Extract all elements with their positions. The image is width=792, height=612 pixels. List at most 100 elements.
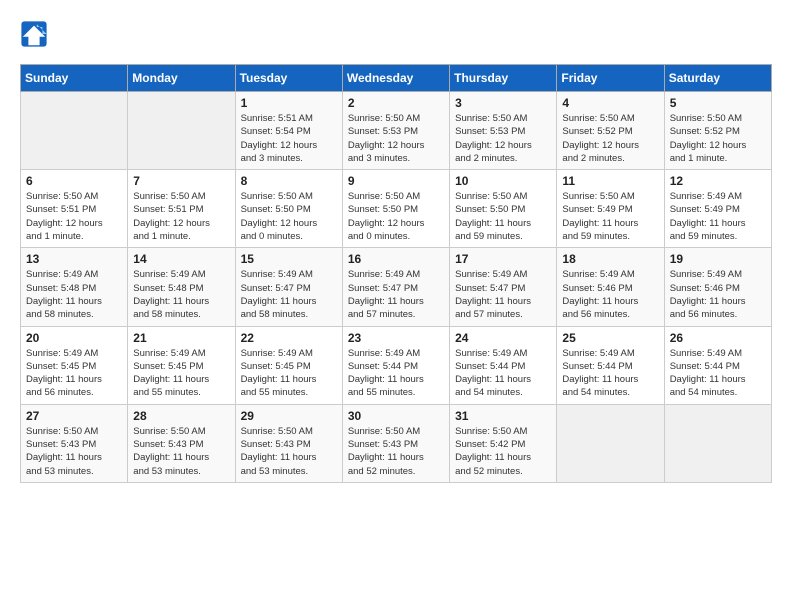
logo-icon xyxy=(20,20,48,48)
calendar-cell: 16Sunrise: 5:49 AM Sunset: 5:47 PM Dayli… xyxy=(342,248,449,326)
day-number: 10 xyxy=(455,174,551,188)
calendar-cell xyxy=(21,92,128,170)
day-number: 14 xyxy=(133,252,229,266)
calendar-cell: 17Sunrise: 5:49 AM Sunset: 5:47 PM Dayli… xyxy=(450,248,557,326)
calendar-week-row: 6Sunrise: 5:50 AM Sunset: 5:51 PM Daylig… xyxy=(21,170,772,248)
calendar-cell: 24 Sunrise: 5:49 AM Sunset: 5:44 PM Dayli… xyxy=(450,326,557,404)
day-info: Sunrise: 5:49 AM Sunset: 5:45 PM Dayligh… xyxy=(133,347,229,400)
day-number: 5 xyxy=(670,96,766,110)
day-info: Sunrise: 5:50 AM Sunset: 5:43 PM Dayligh… xyxy=(348,425,444,478)
day-number: 22 xyxy=(241,331,337,345)
calendar-header-row: SundayMondayTuesdayWednesdayThursdayFrid… xyxy=(21,65,772,92)
page-header xyxy=(20,20,772,48)
day-number: 25 xyxy=(562,331,658,345)
day-info: Sunrise: 5:49 AM Sunset: 5:44 PM Dayligh… xyxy=(562,347,658,400)
calendar-cell: 2 Sunrise: 5:50 AM Sunset: 5:53 PM Daylig… xyxy=(342,92,449,170)
day-number: 12 xyxy=(670,174,766,188)
day-info: Sunrise: 5:50 AM Sunset: 5:52 PM Dayligh… xyxy=(670,112,766,165)
calendar-cell: 14 Sunrise: 5:49 AM Sunset: 5:48 PM Dayli… xyxy=(128,248,235,326)
day-number: 18 xyxy=(562,252,658,266)
day-number: 13 xyxy=(26,252,122,266)
calendar-cell: 11Sunrise: 5:50 AM Sunset: 5:49 PM Dayli… xyxy=(557,170,664,248)
calendar-table: SundayMondayTuesdayWednesdayThursdayFrid… xyxy=(20,64,772,483)
day-number: 2 xyxy=(348,96,444,110)
day-header-thursday: Thursday xyxy=(450,65,557,92)
day-number: 4 xyxy=(562,96,658,110)
calendar-cell: 15 Sunrise: 5:49 AM Sunset: 5:47 PM Dayli… xyxy=(235,248,342,326)
day-info: Sunrise: 5:49 AM Sunset: 5:45 PM Dayligh… xyxy=(26,347,122,400)
day-header-saturday: Saturday xyxy=(664,65,771,92)
calendar-cell: 31 Sunrise: 5:50 AM Sunset: 5:42 PM Dayli… xyxy=(450,404,557,482)
calendar-cell: 6Sunrise: 5:50 AM Sunset: 5:51 PM Daylig… xyxy=(21,170,128,248)
calendar-cell: 27 Sunrise: 5:50 AM Sunset: 5:43 PM Dayli… xyxy=(21,404,128,482)
calendar-cell: 23 Sunrise: 5:49 AM Sunset: 5:44 PM Dayli… xyxy=(342,326,449,404)
day-info: Sunrise: 5:50 AM Sunset: 5:51 PM Dayligh… xyxy=(26,190,122,243)
day-number: 16 xyxy=(348,252,444,266)
day-info: Sunrise: 5:49 AM Sunset: 5:48 PM Dayligh… xyxy=(26,268,122,321)
day-info: Sunrise: 5:50 AM Sunset: 5:53 PM Dayligh… xyxy=(348,112,444,165)
day-number: 28 xyxy=(133,409,229,423)
day-info: Sunrise: 5:50 AM Sunset: 5:43 PM Dayligh… xyxy=(241,425,337,478)
day-header-friday: Friday xyxy=(557,65,664,92)
day-info: Sunrise: 5:49 AM Sunset: 5:48 PM Dayligh… xyxy=(133,268,229,321)
day-info: Sunrise: 5:50 AM Sunset: 5:53 PM Dayligh… xyxy=(455,112,551,165)
day-number: 23 xyxy=(348,331,444,345)
calendar-cell: 22 Sunrise: 5:49 AM Sunset: 5:45 PM Dayli… xyxy=(235,326,342,404)
calendar-cell: 20 Sunrise: 5:49 AM Sunset: 5:45 PM Dayli… xyxy=(21,326,128,404)
calendar-week-row: 20 Sunrise: 5:49 AM Sunset: 5:45 PM Dayli… xyxy=(21,326,772,404)
day-number: 24 xyxy=(455,331,551,345)
day-info: Sunrise: 5:49 AM Sunset: 5:47 PM Dayligh… xyxy=(455,268,551,321)
calendar-cell: 26 Sunrise: 5:49 AM Sunset: 5:44 PM Dayli… xyxy=(664,326,771,404)
calendar-cell: 1 Sunrise: 5:51 AM Sunset: 5:54 PM Daylig… xyxy=(235,92,342,170)
day-number: 21 xyxy=(133,331,229,345)
calendar-week-row: 1 Sunrise: 5:51 AM Sunset: 5:54 PM Daylig… xyxy=(21,92,772,170)
calendar-cell: 10 Sunrise: 5:50 AM Sunset: 5:50 PM Dayli… xyxy=(450,170,557,248)
calendar-cell: 3 Sunrise: 5:50 AM Sunset: 5:53 PM Daylig… xyxy=(450,92,557,170)
day-info: Sunrise: 5:49 AM Sunset: 5:45 PM Dayligh… xyxy=(241,347,337,400)
day-number: 15 xyxy=(241,252,337,266)
day-info: Sunrise: 5:49 AM Sunset: 5:44 PM Dayligh… xyxy=(455,347,551,400)
calendar-week-row: 27 Sunrise: 5:50 AM Sunset: 5:43 PM Dayli… xyxy=(21,404,772,482)
day-info: Sunrise: 5:49 AM Sunset: 5:47 PM Dayligh… xyxy=(241,268,337,321)
calendar-cell: 5 Sunrise: 5:50 AM Sunset: 5:52 PM Daylig… xyxy=(664,92,771,170)
day-info: Sunrise: 5:51 AM Sunset: 5:54 PM Dayligh… xyxy=(241,112,337,165)
calendar-cell: 4Sunrise: 5:50 AM Sunset: 5:52 PM Daylig… xyxy=(557,92,664,170)
day-number: 19 xyxy=(670,252,766,266)
day-header-monday: Monday xyxy=(128,65,235,92)
day-number: 27 xyxy=(26,409,122,423)
day-info: Sunrise: 5:50 AM Sunset: 5:50 PM Dayligh… xyxy=(348,190,444,243)
day-info: Sunrise: 5:49 AM Sunset: 5:44 PM Dayligh… xyxy=(348,347,444,400)
calendar-cell: 7Sunrise: 5:50 AM Sunset: 5:51 PM Daylig… xyxy=(128,170,235,248)
day-number: 8 xyxy=(241,174,337,188)
day-number: 20 xyxy=(26,331,122,345)
day-number: 1 xyxy=(241,96,337,110)
day-number: 31 xyxy=(455,409,551,423)
calendar-cell: 30 Sunrise: 5:50 AM Sunset: 5:43 PM Dayli… xyxy=(342,404,449,482)
day-number: 30 xyxy=(348,409,444,423)
calendar-cell: 18Sunrise: 5:49 AM Sunset: 5:46 PM Dayli… xyxy=(557,248,664,326)
day-info: Sunrise: 5:50 AM Sunset: 5:43 PM Dayligh… xyxy=(26,425,122,478)
calendar-cell: 21 Sunrise: 5:49 AM Sunset: 5:45 PM Dayli… xyxy=(128,326,235,404)
day-info: Sunrise: 5:50 AM Sunset: 5:43 PM Dayligh… xyxy=(133,425,229,478)
day-info: Sunrise: 5:50 AM Sunset: 5:49 PM Dayligh… xyxy=(562,190,658,243)
calendar-cell: 28 Sunrise: 5:50 AM Sunset: 5:43 PM Dayli… xyxy=(128,404,235,482)
day-info: Sunrise: 5:49 AM Sunset: 5:44 PM Dayligh… xyxy=(670,347,766,400)
day-info: Sunrise: 5:50 AM Sunset: 5:42 PM Dayligh… xyxy=(455,425,551,478)
day-header-tuesday: Tuesday xyxy=(235,65,342,92)
calendar-cell xyxy=(557,404,664,482)
day-info: Sunrise: 5:49 AM Sunset: 5:49 PM Dayligh… xyxy=(670,190,766,243)
day-info: Sunrise: 5:50 AM Sunset: 5:50 PM Dayligh… xyxy=(455,190,551,243)
day-header-wednesday: Wednesday xyxy=(342,65,449,92)
calendar-cell: 19 Sunrise: 5:49 AM Sunset: 5:46 PM Dayli… xyxy=(664,248,771,326)
calendar-cell: 12 Sunrise: 5:49 AM Sunset: 5:49 PM Dayli… xyxy=(664,170,771,248)
day-header-sunday: Sunday xyxy=(21,65,128,92)
calendar-week-row: 13 Sunrise: 5:49 AM Sunset: 5:48 PM Dayli… xyxy=(21,248,772,326)
day-info: Sunrise: 5:50 AM Sunset: 5:50 PM Dayligh… xyxy=(241,190,337,243)
day-number: 29 xyxy=(241,409,337,423)
day-info: Sunrise: 5:49 AM Sunset: 5:46 PM Dayligh… xyxy=(670,268,766,321)
day-number: 3 xyxy=(455,96,551,110)
calendar-cell: 13 Sunrise: 5:49 AM Sunset: 5:48 PM Dayli… xyxy=(21,248,128,326)
calendar-cell: 29 Sunrise: 5:50 AM Sunset: 5:43 PM Dayli… xyxy=(235,404,342,482)
day-number: 26 xyxy=(670,331,766,345)
day-info: Sunrise: 5:50 AM Sunset: 5:51 PM Dayligh… xyxy=(133,190,229,243)
